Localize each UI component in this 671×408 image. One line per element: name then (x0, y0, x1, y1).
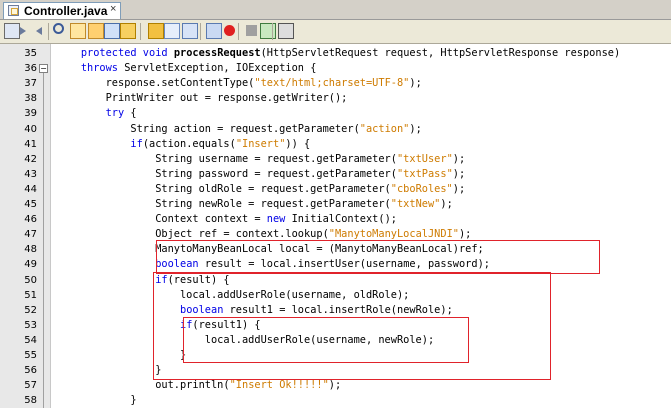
line-number: 38 (24, 93, 37, 105)
line-number: 53 (24, 319, 37, 331)
back-icon[interactable] (20, 27, 26, 35)
shift-left-icon[interactable] (182, 23, 198, 39)
shift-right-icon[interactable] (206, 23, 222, 39)
code-line: response.setContentType("text/html;chars… (56, 77, 422, 90)
line-number: 37 (24, 78, 37, 90)
line-number: 47 (24, 229, 37, 241)
line-number: 39 (24, 108, 37, 120)
toolbar-separator (140, 23, 141, 40)
code-line: if(action.equals("Insert")) { (130, 137, 311, 150)
code-line: out.println("Insert Ok!!!!!"); (56, 379, 342, 392)
highlight-annotation-box (183, 316, 469, 364)
toolbar-separator (200, 23, 201, 40)
toolbar-separator (272, 23, 273, 40)
code-line: String newRole = request.getParameter("t… (56, 198, 453, 210)
code-line: Context context = new InitialContext(); (56, 213, 397, 226)
code-editor[interactable]: 35 36 37 38 39 40 41 42 43 44 45 46 47 48 49 50 51 52 53 54… (0, 44, 671, 408)
line-number: 55 (24, 350, 37, 361)
line-number: 56 (24, 365, 37, 377)
toggle-bookmark-icon[interactable] (164, 23, 180, 39)
close-tab-icon[interactable]: × (110, 3, 116, 15)
code-line: String password = request.getParameter("… (56, 167, 466, 180)
highlight-annotation-box (156, 240, 600, 275)
line-number: 43 (24, 168, 37, 180)
tab-label: Controller.java (24, 4, 108, 18)
code-line: } (56, 394, 137, 407)
source-icon[interactable] (4, 23, 20, 39)
line-number: 58 (24, 395, 37, 407)
line-number: 45 (24, 199, 37, 210)
line-number: 50 (24, 274, 37, 286)
toggle-highlight-icon[interactable] (104, 23, 120, 39)
find-icon[interactable] (53, 23, 64, 34)
editor-tab-bar: Controller.java × (0, 0, 671, 20)
comment-icon[interactable] (260, 23, 276, 39)
toolbar-separator (48, 23, 49, 40)
code-line: } (56, 364, 162, 377)
prev-occurrence-icon[interactable] (70, 23, 86, 39)
line-number: 46 (24, 214, 37, 226)
forward-icon[interactable] (36, 27, 42, 35)
editor-toolbar (0, 20, 671, 44)
line-number: 54 (24, 334, 37, 346)
line-number: 52 (24, 304, 37, 316)
line-number: 57 (24, 380, 37, 392)
line-number: 41 (24, 138, 37, 150)
line-number: 44 (24, 183, 37, 195)
code-line: throws ServletException, IOException { (80, 62, 317, 75)
tab-controller-java[interactable]: Controller.java × (3, 2, 121, 19)
line-number: 42 (24, 153, 37, 165)
fold-guide-line (43, 73, 44, 408)
record-macro-icon[interactable] (224, 25, 235, 36)
code-line: protected void processRequest(HttpServle… (80, 47, 621, 59)
code-line: String oldRole = request.getParameter("c… (56, 182, 466, 195)
collapse-fold-icon[interactable]: − (39, 64, 48, 74)
line-number: 48 (24, 244, 37, 256)
code-line: PrintWriter out = response.getWriter(); (56, 92, 348, 105)
line-number: 40 (24, 123, 37, 135)
next-occurrence-icon[interactable] (88, 23, 104, 39)
line-number: 49 (24, 259, 37, 271)
java-file-icon (8, 5, 19, 16)
prev-bookmark-icon[interactable] (120, 23, 136, 39)
toolbar-separator (238, 23, 239, 40)
code-area[interactable]: protected void processRequest(HttpServle… (56, 44, 671, 408)
code-line: try { (105, 107, 137, 120)
next-bookmark-icon[interactable] (148, 23, 164, 39)
line-number: 51 (24, 289, 37, 301)
stop-macro-icon[interactable] (246, 25, 257, 36)
code-line: String action = request.getParameter("ac… (56, 122, 422, 135)
line-number-gutter: 35 36 37 38 39 40 41 42 43 44 45 46 47 48 49 50 51 52 53 54… (0, 44, 51, 408)
line-number: 36 (24, 63, 37, 75)
uncomment-icon[interactable] (278, 23, 294, 39)
line-number: 35 (24, 48, 37, 59)
code-line: String username = request.getParameter("… (56, 152, 466, 165)
